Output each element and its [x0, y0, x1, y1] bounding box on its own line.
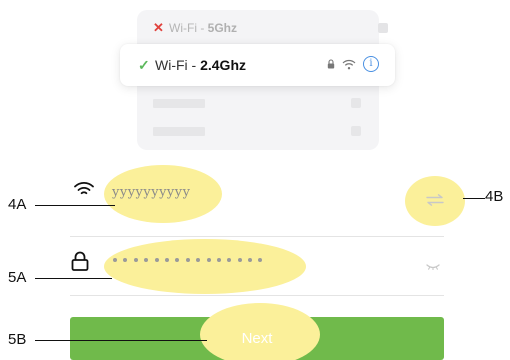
callout-4a-line: [35, 205, 115, 207]
wifi-row-selected-band: 2.4Ghz: [200, 57, 246, 73]
password-highlight: [104, 239, 306, 294]
callout-4b: 4B: [485, 188, 504, 205]
placeholder-bar: [153, 99, 205, 108]
wifi-row-5ghz-band: 5Ghz: [207, 21, 237, 35]
password-input[interactable]: [113, 258, 263, 262]
info-icon[interactable]: i: [363, 56, 379, 72]
password-mask-dot: [237, 258, 242, 262]
callout-5a: 5A: [8, 269, 27, 286]
placeholder-square: [351, 126, 361, 136]
password-mask-dot: [133, 258, 138, 262]
wifi-row-5ghz[interactable]: ✕ Wi-Fi - 5Ghz: [153, 18, 388, 38]
password-mask-dot: [227, 258, 232, 262]
password-mask-dot: [175, 258, 180, 262]
placeholder-bar: [153, 127, 205, 136]
lock-icon: [327, 59, 335, 69]
wifi-signal-icon: [342, 59, 356, 69]
lock-icon: [71, 251, 89, 271]
password-mask-dot: [123, 258, 128, 262]
callout-5b: 5B: [8, 331, 27, 348]
eye-closed-icon[interactable]: [426, 264, 440, 270]
password-mask-dot: [248, 258, 253, 262]
next-button-label: Next: [241, 330, 273, 347]
password-mask-dot: [185, 258, 190, 262]
wifi-row-5ghz-prefix: Wi-Fi -: [169, 21, 208, 35]
field-divider: [70, 236, 444, 237]
password-mask-dot: [144, 258, 149, 262]
password-mask-dot: [196, 258, 201, 262]
password-mask-dot: [164, 258, 169, 262]
password-mask-dot: [154, 258, 159, 262]
next-button[interactable]: Next: [70, 303, 444, 360]
password-mask-dot: [206, 258, 211, 262]
wifi-row-selected-prefix: Wi-Fi -: [155, 57, 201, 73]
placeholder-square: [378, 23, 388, 33]
password-mask-dot: [113, 258, 117, 262]
close-icon: ✕: [153, 20, 164, 35]
swap-arrows-icon[interactable]: [425, 194, 445, 206]
callout-5b-line: [35, 340, 207, 342]
field-divider: [70, 295, 444, 296]
callout-4a: 4A: [8, 196, 27, 213]
placeholder-square: [351, 98, 361, 108]
wifi-icon: [74, 182, 94, 195]
ssid-input[interactable]: yyyyyyyyyy: [112, 185, 190, 200]
callout-4b-line: [463, 198, 485, 200]
wifi-row-selected[interactable]: ✓ Wi-Fi - 2.4Ghz i: [120, 44, 395, 86]
password-mask-dot: [258, 258, 263, 262]
password-mask-dot: [216, 258, 221, 262]
callout-5a-line: [35, 278, 112, 280]
check-icon: ✓: [138, 56, 150, 73]
